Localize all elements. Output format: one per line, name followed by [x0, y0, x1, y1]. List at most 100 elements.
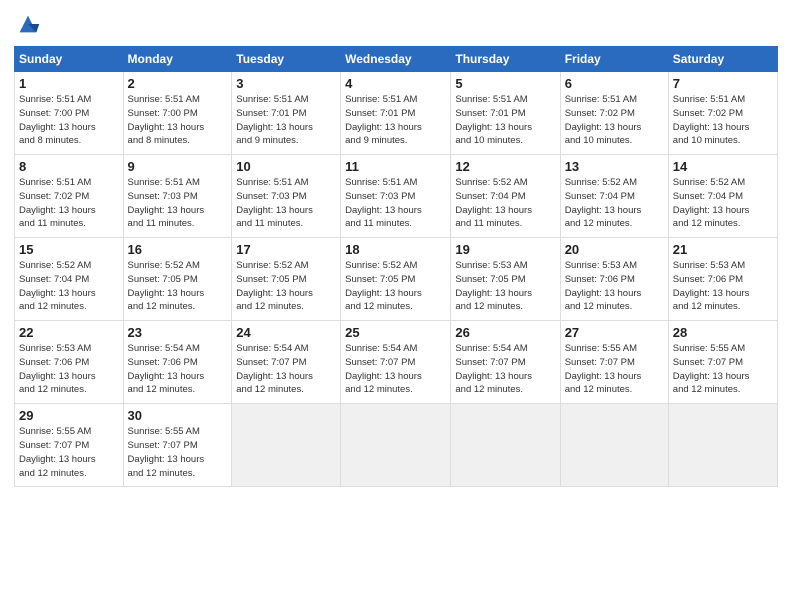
- day-number: 5: [455, 76, 555, 91]
- day-number: 27: [565, 325, 664, 340]
- calendar-cell: 2Sunrise: 5:51 AMSunset: 7:00 PMDaylight…: [123, 72, 232, 155]
- calendar-header-friday: Friday: [560, 47, 668, 72]
- day-info: Sunrise: 5:51 AMSunset: 7:02 PMDaylight:…: [565, 93, 664, 148]
- calendar-cell: 27 Sunrise: 5:55 AMSunset: 7:07 PMDayligh…: [560, 321, 668, 404]
- day-number: 8: [19, 159, 119, 174]
- calendar-cell: 14 Sunrise: 5:52 AMSunset: 7:04 PMDayligh…: [668, 155, 777, 238]
- page: SundayMondayTuesdayWednesdayThursdayFrid…: [0, 0, 792, 612]
- calendar-cell: 25 Sunrise: 5:54 AMSunset: 7:07 PMDayligh…: [341, 321, 451, 404]
- calendar-cell: 16 Sunrise: 5:52 AMSunset: 7:05 PMDayligh…: [123, 238, 232, 321]
- day-number: 16: [128, 242, 228, 257]
- day-number: 1: [19, 76, 119, 91]
- day-number: 23: [128, 325, 228, 340]
- day-info: Sunrise: 5:51 AMSunset: 7:03 PMDaylight:…: [236, 176, 336, 231]
- day-info: Sunrise: 5:51 AMSunset: 7:00 PMDaylight:…: [19, 93, 119, 148]
- calendar-cell: 8 Sunrise: 5:51 AMSunset: 7:02 PMDaylight…: [15, 155, 124, 238]
- logo-icon: [14, 10, 42, 38]
- day-number: 6: [565, 76, 664, 91]
- day-info: Sunrise: 5:53 AMSunset: 7:05 PMDaylight:…: [455, 259, 555, 314]
- day-info: Sunrise: 5:51 AMSunset: 7:02 PMDaylight:…: [673, 93, 773, 148]
- calendar-header-thursday: Thursday: [451, 47, 560, 72]
- day-number: 14: [673, 159, 773, 174]
- calendar-cell: 18 Sunrise: 5:52 AMSunset: 7:05 PMDayligh…: [341, 238, 451, 321]
- calendar-table: SundayMondayTuesdayWednesdayThursdayFrid…: [14, 46, 778, 487]
- day-info: Sunrise: 5:53 AMSunset: 7:06 PMDaylight:…: [19, 342, 119, 397]
- day-info: Sunrise: 5:52 AMSunset: 7:05 PMDaylight:…: [236, 259, 336, 314]
- calendar-cell: [451, 404, 560, 487]
- day-number: 21: [673, 242, 773, 257]
- calendar-cell: 19 Sunrise: 5:53 AMSunset: 7:05 PMDayligh…: [451, 238, 560, 321]
- day-info: Sunrise: 5:54 AMSunset: 7:07 PMDaylight:…: [236, 342, 336, 397]
- calendar-cell: 10 Sunrise: 5:51 AMSunset: 7:03 PMDayligh…: [232, 155, 341, 238]
- day-info: Sunrise: 5:55 AMSunset: 7:07 PMDaylight:…: [128, 425, 228, 480]
- day-number: 25: [345, 325, 446, 340]
- day-info: Sunrise: 5:55 AMSunset: 7:07 PMDaylight:…: [19, 425, 119, 480]
- day-number: 2: [128, 76, 228, 91]
- day-info: Sunrise: 5:51 AMSunset: 7:01 PMDaylight:…: [345, 93, 446, 148]
- calendar-cell: 22 Sunrise: 5:53 AMSunset: 7:06 PMDayligh…: [15, 321, 124, 404]
- day-number: 9: [128, 159, 228, 174]
- day-number: 18: [345, 242, 446, 257]
- day-info: Sunrise: 5:53 AMSunset: 7:06 PMDaylight:…: [565, 259, 664, 314]
- calendar-cell: 1 Sunrise: 5:51 AMSunset: 7:00 PMDaylight…: [15, 72, 124, 155]
- day-number: 19: [455, 242, 555, 257]
- day-info: Sunrise: 5:51 AMSunset: 7:03 PMDaylight:…: [345, 176, 446, 231]
- day-info: Sunrise: 5:54 AMSunset: 7:06 PMDaylight:…: [128, 342, 228, 397]
- day-info: Sunrise: 5:51 AMSunset: 7:03 PMDaylight:…: [128, 176, 228, 231]
- calendar-week-1: 1 Sunrise: 5:51 AMSunset: 7:00 PMDaylight…: [15, 72, 778, 155]
- calendar-week-2: 8 Sunrise: 5:51 AMSunset: 7:02 PMDaylight…: [15, 155, 778, 238]
- day-info: Sunrise: 5:51 AMSunset: 7:01 PMDaylight:…: [455, 93, 555, 148]
- calendar-cell: 30Sunrise: 5:55 AMSunset: 7:07 PMDayligh…: [123, 404, 232, 487]
- calendar-cell: 5 Sunrise: 5:51 AMSunset: 7:01 PMDaylight…: [451, 72, 560, 155]
- day-number: 13: [565, 159, 664, 174]
- day-info: Sunrise: 5:54 AMSunset: 7:07 PMDaylight:…: [455, 342, 555, 397]
- calendar-header-sunday: Sunday: [15, 47, 124, 72]
- day-info: Sunrise: 5:51 AMSunset: 7:01 PMDaylight:…: [236, 93, 336, 148]
- day-info: Sunrise: 5:55 AMSunset: 7:07 PMDaylight:…: [673, 342, 773, 397]
- day-info: Sunrise: 5:52 AMSunset: 7:05 PMDaylight:…: [345, 259, 446, 314]
- calendar-cell: 12Sunrise: 5:52 AMSunset: 7:04 PMDayligh…: [451, 155, 560, 238]
- day-info: Sunrise: 5:52 AMSunset: 7:04 PMDaylight:…: [565, 176, 664, 231]
- day-number: 28: [673, 325, 773, 340]
- calendar-cell: 15 Sunrise: 5:52 AMSunset: 7:04 PMDayligh…: [15, 238, 124, 321]
- calendar-cell: 3 Sunrise: 5:51 AMSunset: 7:01 PMDaylight…: [232, 72, 341, 155]
- day-info: Sunrise: 5:52 AMSunset: 7:04 PMDaylight:…: [19, 259, 119, 314]
- day-info: Sunrise: 5:52 AMSunset: 7:05 PMDaylight:…: [128, 259, 228, 314]
- calendar-header-tuesday: Tuesday: [232, 47, 341, 72]
- day-number: 3: [236, 76, 336, 91]
- calendar-cell: 9 Sunrise: 5:51 AMSunset: 7:03 PMDaylight…: [123, 155, 232, 238]
- calendar-week-5: 29 Sunrise: 5:55 AMSunset: 7:07 PMDayligh…: [15, 404, 778, 487]
- day-number: 10: [236, 159, 336, 174]
- calendar-cell: 26Sunrise: 5:54 AMSunset: 7:07 PMDayligh…: [451, 321, 560, 404]
- logo: [14, 10, 44, 38]
- day-number: 29: [19, 408, 119, 423]
- calendar-cell: 11 Sunrise: 5:51 AMSunset: 7:03 PMDayligh…: [341, 155, 451, 238]
- day-info: Sunrise: 5:54 AMSunset: 7:07 PMDaylight:…: [345, 342, 446, 397]
- day-number: 11: [345, 159, 446, 174]
- calendar-cell: [341, 404, 451, 487]
- calendar-header-wednesday: Wednesday: [341, 47, 451, 72]
- calendar-week-4: 22 Sunrise: 5:53 AMSunset: 7:06 PMDayligh…: [15, 321, 778, 404]
- day-info: Sunrise: 5:55 AMSunset: 7:07 PMDaylight:…: [565, 342, 664, 397]
- day-number: 4: [345, 76, 446, 91]
- calendar-cell: [560, 404, 668, 487]
- calendar-header-row: SundayMondayTuesdayWednesdayThursdayFrid…: [15, 47, 778, 72]
- day-number: 22: [19, 325, 119, 340]
- day-info: Sunrise: 5:52 AMSunset: 7:04 PMDaylight:…: [673, 176, 773, 231]
- calendar-week-3: 15 Sunrise: 5:52 AMSunset: 7:04 PMDayligh…: [15, 238, 778, 321]
- day-number: 20: [565, 242, 664, 257]
- calendar-cell: 21Sunrise: 5:53 AMSunset: 7:06 PMDayligh…: [668, 238, 777, 321]
- day-number: 15: [19, 242, 119, 257]
- header: [14, 10, 778, 38]
- calendar-cell: 20 Sunrise: 5:53 AMSunset: 7:06 PMDayligh…: [560, 238, 668, 321]
- calendar-cell: 28 Sunrise: 5:55 AMSunset: 7:07 PMDayligh…: [668, 321, 777, 404]
- calendar-cell: 24 Sunrise: 5:54 AMSunset: 7:07 PMDayligh…: [232, 321, 341, 404]
- calendar-header-monday: Monday: [123, 47, 232, 72]
- day-number: 24: [236, 325, 336, 340]
- calendar-cell: 6 Sunrise: 5:51 AMSunset: 7:02 PMDaylight…: [560, 72, 668, 155]
- calendar-cell: 17Sunrise: 5:52 AMSunset: 7:05 PMDayligh…: [232, 238, 341, 321]
- calendar-cell: 23 Sunrise: 5:54 AMSunset: 7:06 PMDayligh…: [123, 321, 232, 404]
- calendar-cell: 4 Sunrise: 5:51 AMSunset: 7:01 PMDaylight…: [341, 72, 451, 155]
- day-info: Sunrise: 5:52 AMSunset: 7:04 PMDaylight:…: [455, 176, 555, 231]
- day-info: Sunrise: 5:51 AMSunset: 7:02 PMDaylight:…: [19, 176, 119, 231]
